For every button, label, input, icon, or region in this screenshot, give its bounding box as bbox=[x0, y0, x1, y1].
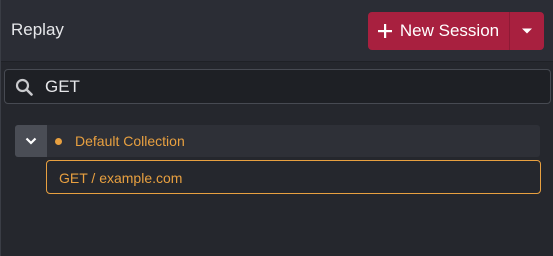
replay-panel: Replay New Session GET Default Collectio… bbox=[0, 0, 553, 256]
session-label: GET / example.com bbox=[59, 170, 183, 186]
new-session-label: New Session bbox=[399, 21, 500, 40]
search-icon bbox=[15, 78, 33, 96]
search-input[interactable] bbox=[41, 70, 541, 103]
caret-down-icon bbox=[522, 28, 532, 34]
collection-row[interactable]: Default Collection bbox=[15, 125, 540, 157]
new-session-button-group: New Session bbox=[368, 12, 544, 50]
panel-title: Replay bbox=[11, 20, 64, 39]
search-box bbox=[4, 69, 551, 104]
session-item[interactable]: GET / example.com bbox=[46, 160, 541, 194]
new-session-dropdown-button[interactable] bbox=[510, 12, 544, 50]
collection-name: Default Collection bbox=[75, 133, 185, 149]
collection-toggle[interactable] bbox=[15, 125, 47, 157]
replay-header: Replay New Session bbox=[1, 0, 553, 62]
chevron-down-icon bbox=[25, 137, 37, 145]
plus-icon bbox=[377, 24, 392, 38]
collection-status-dot bbox=[55, 138, 62, 145]
new-session-button[interactable]: New Session bbox=[368, 12, 509, 50]
